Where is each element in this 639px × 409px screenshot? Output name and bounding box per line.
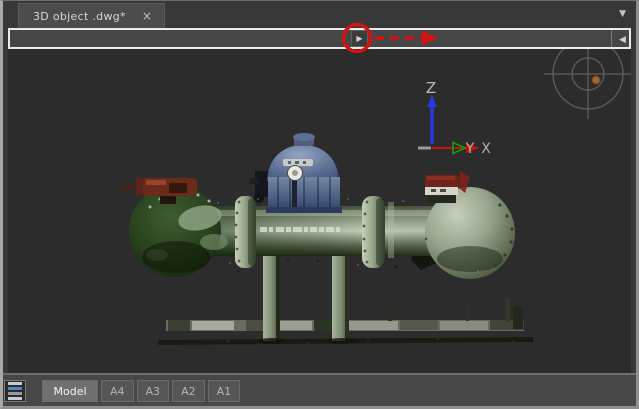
quick-view-layouts-button[interactable] — [4, 380, 26, 402]
valve-actuator — [250, 133, 342, 213]
model-viewport[interactable]: Z Y X — [8, 38, 631, 373]
layout-tab-bar: Model A4 A3 A2 A1 — [0, 373, 639, 409]
document-tab-bar: 3D object .dwg* × ▼ — [0, 0, 639, 28]
tab-model[interactable]: Model — [42, 380, 98, 402]
ribbon-collapse-button[interactable]: ◀ — [613, 31, 627, 46]
point-cloud-model — [120, 133, 533, 348]
ribbon-expand-button[interactable]: ▶ — [351, 30, 368, 47]
orbit-compass-icon — [544, 38, 631, 119]
pipe-stencil-label — [260, 227, 340, 232]
tab-a3[interactable]: A3 — [136, 380, 170, 402]
collapsed-ribbon-strip: ▶ ◀ — [8, 28, 631, 49]
viewport-canvas: Z Y X — [120, 38, 631, 348]
document-tab-title: 3D object .dwg* — [33, 9, 126, 23]
svg-text:Y: Y — [465, 141, 475, 157]
layout-tabs: Model A4 A3 A2 A1 — [42, 380, 241, 402]
svg-text:X: X — [481, 141, 491, 157]
close-icon[interactable]: × — [140, 10, 154, 22]
tab-a1[interactable]: A1 — [207, 380, 241, 402]
chevron-down-icon[interactable]: ▼ — [619, 9, 626, 19]
ucs-axis-icon: Z Y X — [418, 79, 491, 157]
svg-text:Z: Z — [426, 79, 436, 97]
ribbon-divider — [611, 30, 612, 47]
tab-a4[interactable]: A4 — [101, 380, 134, 402]
tab-a2[interactable]: A2 — [172, 380, 205, 402]
cad-application-window: 3D object .dwg* × ▼ ▶ ◀ Z Y X Model A4 A… — [0, 0, 639, 409]
layout-list-icon — [8, 382, 22, 385]
document-tab[interactable]: 3D object .dwg* × — [18, 3, 165, 28]
